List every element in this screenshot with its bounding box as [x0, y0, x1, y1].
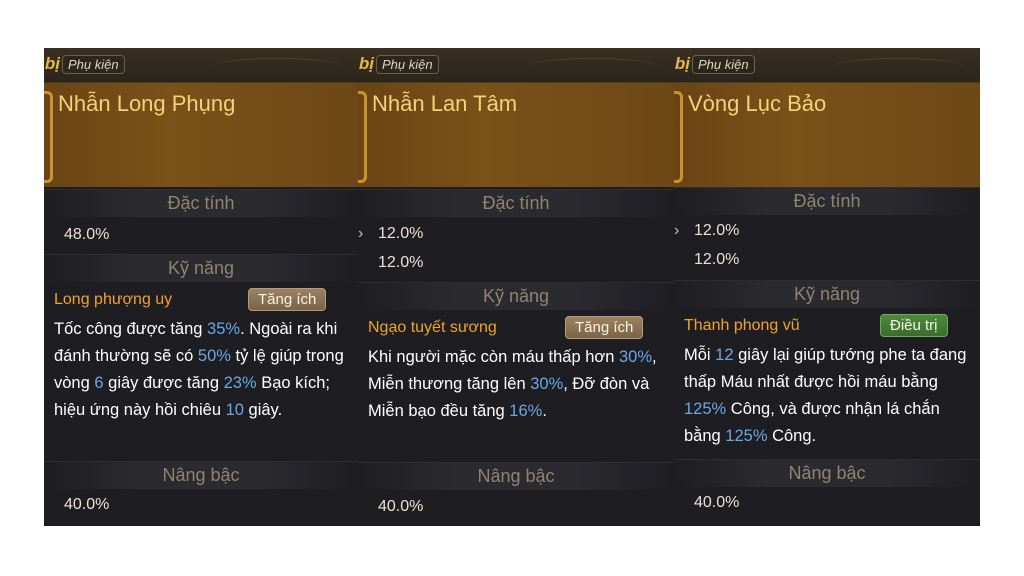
highlight-value: 6	[94, 374, 104, 392]
traits-label: Đặc tính	[482, 193, 550, 213]
skills-label: Kỹ năng	[793, 284, 861, 304]
traits-label: Đặc tính	[793, 191, 861, 211]
category-tag[interactable]: Phụ kiện	[376, 55, 439, 74]
upgrade-label: Nâng bậc	[788, 463, 866, 483]
category-tag[interactable]: Phụ kiện	[62, 55, 125, 74]
trait-stat-value: 12.0%	[694, 222, 740, 239]
description-text: giây.	[243, 401, 283, 419]
highlight-value: 23%	[223, 374, 257, 392]
item-card-nhan-long-phung: bị Phụ kiện Nhẫn Long Phụng Đặc tính 48.…	[44, 48, 358, 526]
skill-description: Tốc công được tăng 35%. Ngoài ra khi đán…	[54, 316, 352, 424]
item-name: Vòng Lục Bảo	[688, 91, 827, 116]
header-ornament	[212, 58, 342, 75]
item-name: Nhẫn Long Phụng	[58, 91, 236, 116]
banner-frame	[358, 91, 367, 183]
highlight-value: 12	[715, 346, 734, 364]
item-banner: Nhẫn Long Phụng	[44, 83, 358, 187]
skills-label: Kỹ năng	[167, 258, 235, 278]
upgrade-value: 40.0%	[64, 496, 110, 513]
header-ornament	[528, 58, 658, 75]
traits-header: Đặc tính	[44, 189, 358, 217]
bullet-icon: ›	[674, 222, 680, 239]
highlight-value: 35%	[207, 320, 241, 338]
upgrade-header: Nâng bậc	[358, 462, 674, 490]
upgrade-label: Nâng bậc	[477, 466, 555, 486]
highlight-value: 125%	[684, 400, 727, 418]
skill-type-badge: Tăng ích	[248, 288, 327, 311]
upgrade-header: Nâng bậc	[44, 461, 358, 489]
description-text: Khi người mặc còn máu thấp hơn	[368, 348, 619, 366]
description-text: Công.	[767, 427, 817, 445]
item-banner: Nhẫn Lan Tâm	[358, 83, 674, 187]
skills-header: Kỹ năng	[674, 280, 980, 308]
trait-stat: 12.0%	[694, 251, 740, 268]
skills-header: Kỹ năng	[44, 254, 358, 282]
traits-header: Đặc tính	[358, 189, 674, 217]
highlight-value: 125%	[725, 427, 768, 445]
skill-description: Mỗi 12 giây lại giúp tướng phe ta đang t…	[684, 342, 974, 450]
highlight-value: 10	[225, 401, 244, 419]
category-tag[interactable]: Phụ kiện	[692, 55, 755, 74]
trait-stat: 12.0%	[378, 254, 424, 271]
skill-name: Long phượng uy	[54, 291, 173, 308]
banner-frame	[674, 91, 683, 183]
description-text: Mỗi	[684, 346, 716, 364]
upgrade-value: 40.0%	[378, 498, 424, 515]
description-text: giây được tăng	[103, 374, 224, 392]
header-title-fragment: bị	[674, 54, 690, 73]
trait-stat-value: 12.0%	[378, 225, 424, 242]
skills-label: Kỹ năng	[482, 286, 550, 306]
skills-header: Kỹ năng	[358, 282, 674, 310]
trait-stat: › 12.0%	[674, 222, 740, 240]
description-text: Tốc công được tăng	[54, 320, 208, 338]
item-card-vong-luc-bao: bị Phụ kiện Vòng Lục Bảo Đặc tính › 12.0…	[674, 48, 980, 526]
traits-header: Đặc tính	[674, 187, 980, 215]
card-header: bị Phụ kiện	[358, 48, 674, 83]
header-ornament	[834, 58, 964, 75]
banner-frame	[44, 91, 53, 183]
header-title-fragment: bị	[358, 54, 374, 73]
skill-name: Ngạo tuyết sương	[368, 319, 497, 336]
item-banner: Vòng Lục Bảo	[674, 83, 980, 187]
skill-description: Khi người mặc còn máu thấp hơn 30%, Miễn…	[368, 344, 668, 425]
upgrade-header: Nâng bậc	[674, 459, 980, 487]
skill-type-badge: Tăng ích	[565, 316, 644, 339]
highlight-value: 50%	[197, 347, 231, 365]
header-title-fragment: bị	[44, 54, 60, 73]
highlight-value: 30%	[618, 348, 653, 366]
skill-name: Thanh phong vũ	[684, 317, 800, 334]
card-header: bị Phụ kiện	[44, 48, 358, 83]
upgrade-value: 40.0%	[694, 494, 740, 511]
description-text: .	[542, 402, 547, 420]
item-card-nhan-lan-tam: bị Phụ kiện Nhẫn Lan Tâm Đặc tính › 12.0…	[358, 48, 674, 526]
trait-stat: › 12.0%	[358, 225, 424, 243]
card-header: bị Phụ kiện	[674, 48, 980, 83]
highlight-value: 30%	[530, 375, 564, 393]
bullet-icon: ›	[358, 225, 364, 242]
highlight-value: 16%	[509, 402, 543, 420]
upgrade-label: Nâng bậc	[162, 465, 240, 485]
skill-type-badge: Điều trị	[880, 314, 948, 337]
traits-label: Đặc tính	[167, 193, 235, 213]
trait-stat: 48.0%	[64, 226, 110, 243]
item-name: Nhẫn Lan Tâm	[372, 91, 518, 116]
